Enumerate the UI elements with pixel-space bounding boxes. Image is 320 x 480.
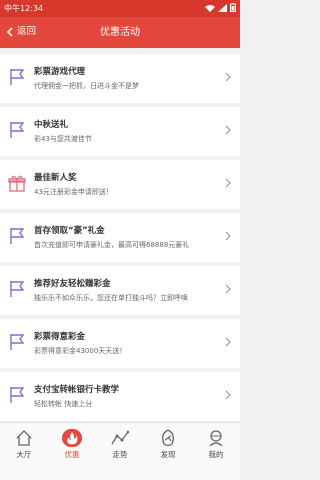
flag-icon: [10, 281, 25, 297]
tab-promotions[interactable]: 优惠: [48, 423, 96, 463]
promo-item[interactable]: 彩票游戏代理 代理佣金一把抓，日进斗金不是梦: [0, 54, 240, 103]
promo-subtitle: 首次充值即可申请豪礼金，最高可得68888元豪礼: [34, 241, 190, 249]
chevron-right-icon: [225, 337, 231, 347]
trend-icon: [111, 430, 129, 445]
home-icon: [16, 430, 32, 446]
promo-title: 彩票得意彩金: [34, 332, 86, 342]
promo-subtitle: 轻松转帐 快速上分: [34, 400, 93, 408]
nav-bar: 返回 优惠活动: [0, 17, 240, 48]
tab-discover[interactable]: 发现: [144, 423, 192, 463]
flag-icon: [10, 334, 25, 350]
page-title: 优惠活动: [100, 27, 140, 38]
promo-subtitle: 独乐乐不如众乐乐，您还在单打独斗吗？立即呼唤: [34, 294, 188, 302]
promo-subtitle: 彩票得意彩金43000天天送！: [34, 347, 127, 355]
promo-subtitle: 代理佣金一把抓，日进斗金不是梦: [34, 82, 139, 90]
promo-subtitle: 43元注册彩金申请即送！: [34, 188, 113, 196]
status-bar: 中午12:34: [0, 0, 240, 17]
promo-title: 中秋送礼: [34, 120, 69, 130]
tab-profile[interactable]: 我的: [192, 423, 240, 463]
promo-title: 推荐好友轻松赚彩金: [34, 279, 111, 289]
promo-list: 彩票游戏代理 代理佣金一把抓，日进斗金不是梦 中秋送礼 彩43与您共渡佳节 最佳…: [0, 48, 240, 422]
chevron-right-icon: [225, 72, 231, 82]
promo-title: 彩票游戏代理: [34, 67, 86, 77]
flag-icon: [10, 228, 25, 244]
tab-label: 大厅: [16, 450, 32, 459]
battery-icon: [230, 3, 236, 12]
promo-item[interactable]: 推荐好友轻松赚彩金 独乐乐不如众乐乐，您还在单打独斗吗？立即呼唤: [0, 266, 240, 315]
promo-subtitle: 彩43与您共渡佳节: [34, 135, 92, 143]
tab-label: 走势: [112, 450, 128, 459]
flag-icon: [10, 122, 25, 138]
profile-icon: [209, 430, 223, 447]
promo-item[interactable]: 支付宝转帐银行卡教学 轻松转帐 快速上分: [0, 372, 240, 421]
promo-item[interactable]: 最佳新人奖 43元注册彩金申请即送！: [0, 160, 240, 209]
tab-label: 优惠: [64, 450, 80, 459]
hot-icon: [62, 429, 82, 447]
status-icons: [205, 3, 236, 12]
chevron-right-icon: [225, 125, 231, 135]
flag-icon: [10, 387, 25, 403]
promo-item[interactable]: 中秋送礼 彩43与您共渡佳节: [0, 107, 240, 156]
flag-icon: [10, 69, 25, 85]
status-time: 中午12:34: [4, 4, 44, 13]
tab-lobby[interactable]: 大厅: [0, 423, 48, 463]
signal-icon: [218, 3, 227, 12]
chevron-right-icon: [225, 390, 231, 400]
tab-label: 发现: [160, 450, 176, 459]
tab-label: 我的: [208, 450, 224, 459]
wifi-icon: [205, 4, 215, 12]
chevron-right-icon: [225, 178, 231, 188]
promo-item[interactable]: 首存领取“豪”礼金 首次充值即可申请豪礼金，最高可得68888元豪礼: [0, 213, 240, 262]
chevron-right-icon: [225, 231, 231, 241]
promo-title: 首存领取“豪”礼金: [34, 226, 105, 236]
chevron-right-icon: [225, 284, 231, 294]
discover-icon: [162, 429, 174, 447]
tab-bar: 大厅 优惠 走势 发现 我的: [0, 422, 240, 480]
tab-trend[interactable]: 走势: [96, 423, 144, 463]
gift-icon: [8, 175, 26, 192]
promo-item[interactable]: 彩票得意彩金 彩票得意彩金43000天天送！: [0, 319, 240, 368]
promo-title: 最佳新人奖: [34, 173, 77, 183]
promo-title: 支付宝转帐银行卡教学: [34, 385, 120, 395]
